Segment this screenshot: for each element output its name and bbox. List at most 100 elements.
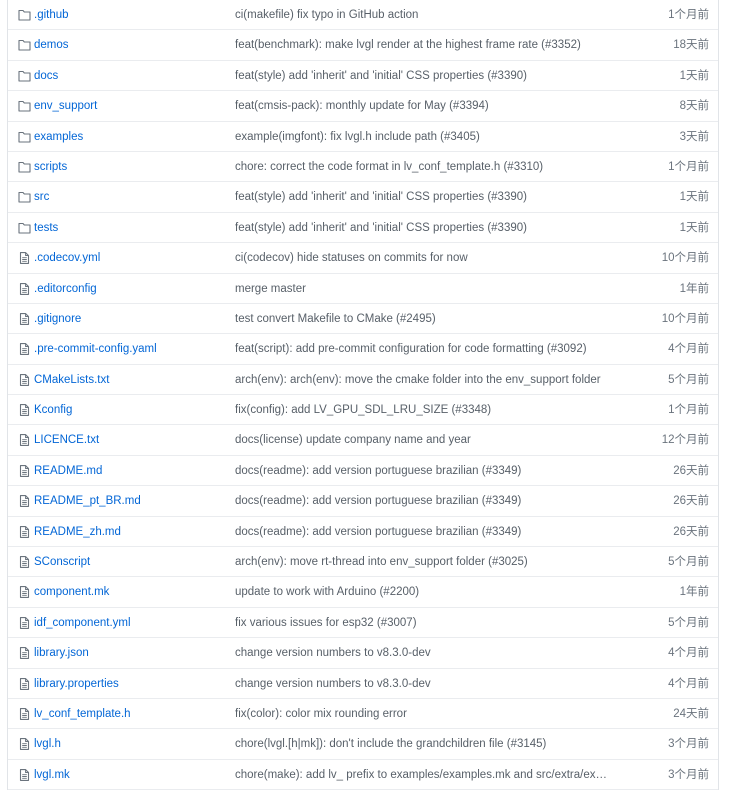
file-row[interactable]: examples example(imgfont): fix lvgl.h inc… xyxy=(8,121,718,152)
commit-message-link[interactable]: docs(readme): add version portuguese bra… xyxy=(235,486,610,516)
file-name-link[interactable]: lv_conf_template.h xyxy=(34,699,131,729)
folder-icon xyxy=(18,161,31,173)
commit-message-link[interactable]: feat(benchmark): make lvgl render at the… xyxy=(235,30,610,60)
file-row[interactable]: .codecov.yml ci(codecov) hide statuses on… xyxy=(8,243,718,274)
file-name-link[interactable]: scripts xyxy=(34,152,67,182)
file-icon xyxy=(18,525,31,538)
file-icon xyxy=(18,343,31,356)
file-row[interactable]: docs feat(style) add 'inherit' and 'initi… xyxy=(8,60,718,92)
file-name-link[interactable]: demos xyxy=(34,30,69,60)
commit-message-link[interactable]: chore: correct the code format in lv_con… xyxy=(235,152,610,182)
file-row[interactable]: scripts chore: correct the code format in… xyxy=(8,151,718,183)
commit-message-link[interactable]: fix(config): add LV_GPU_SDL_LRU_SIZE (#3… xyxy=(235,395,610,425)
file-name-link[interactable]: src xyxy=(34,182,49,212)
file-name-link[interactable]: README.md xyxy=(34,456,102,486)
file-row[interactable]: README.md docs(readme): add version portu… xyxy=(8,455,718,487)
commit-message-link[interactable]: feat(style) add 'inherit' and 'initial' … xyxy=(235,61,610,91)
commit-age: 5个月前 xyxy=(668,373,709,386)
file-row[interactable]: library.json change version numbers to v8… xyxy=(8,638,718,669)
file-row[interactable]: tests feat(style) add 'inherit' and 'init… xyxy=(8,212,718,244)
file-name-link[interactable]: component.mk xyxy=(34,577,109,607)
commit-message-link[interactable]: change version numbers to v8.3.0-dev xyxy=(235,669,610,699)
file-name-link[interactable]: docs xyxy=(34,61,58,91)
file-row[interactable]: component.mk update to work with Arduino … xyxy=(8,577,718,608)
commit-message-link[interactable]: change version numbers to v8.3.0-dev xyxy=(235,638,610,668)
file-row[interactable]: demos feat(benchmark): make lvgl render a… xyxy=(8,30,718,61)
file-name-link[interactable]: README_pt_BR.md xyxy=(34,486,141,516)
commit-message-link[interactable]: feat(script): add pre-commit configurati… xyxy=(235,334,610,364)
file-name-link[interactable]: SConscript xyxy=(34,547,90,577)
file-row[interactable]: README_pt_BR.md docs(readme): add version… xyxy=(8,486,718,517)
file-icon xyxy=(18,495,31,508)
file-list: .github ci(makefile) fix typo in GitHub a… xyxy=(7,0,719,790)
commit-message-link[interactable]: chore(lvgl.[h|mk]): don't include the gr… xyxy=(235,729,610,759)
file-row[interactable]: Kconfig fix(config): add LV_GPU_SDL_LRU_S… xyxy=(8,395,718,426)
file-icon xyxy=(18,738,31,751)
file-name-link[interactable]: .gitignore xyxy=(34,304,81,334)
commit-message-link[interactable]: update to work with Arduino (#2200) xyxy=(235,577,610,607)
commit-message-link[interactable]: docs(readme): add version portuguese bra… xyxy=(235,456,610,486)
commit-age: 1年前 xyxy=(679,282,709,295)
file-icon xyxy=(18,282,31,295)
commit-message-link[interactable]: feat(style) add 'inherit' and 'initial' … xyxy=(235,182,610,212)
file-row[interactable]: env_support feat(cmsis-pack): monthly upd… xyxy=(8,91,718,122)
file-name-link[interactable]: examples xyxy=(34,122,83,152)
file-name-link[interactable]: env_support xyxy=(34,91,97,121)
file-icon xyxy=(18,312,31,325)
file-name-link[interactable]: library.json xyxy=(34,638,89,668)
commit-message-link[interactable]: chore(make): add lv_ prefix to examples/… xyxy=(235,760,610,790)
file-row[interactable]: lvgl.h chore(lvgl.[h|mk]): don't include … xyxy=(8,729,718,760)
file-name-link[interactable]: .codecov.yml xyxy=(34,243,100,273)
file-icon xyxy=(18,616,31,629)
file-name-link[interactable]: .editorconfig xyxy=(34,274,97,304)
file-name-link[interactable]: lvgl.mk xyxy=(34,760,70,790)
commit-message-link[interactable]: arch(env): move rt-thread into env_suppo… xyxy=(235,547,610,577)
file-row[interactable]: CMakeLists.txt arch(env): arch(env): move… xyxy=(8,364,718,396)
commit-message-link[interactable]: docs(readme): add version portuguese bra… xyxy=(235,517,610,547)
file-row[interactable]: SConscript arch(env): move rt-thread into… xyxy=(8,547,718,578)
folder-icon xyxy=(18,222,31,234)
file-row[interactable]: LICENCE.txt docs(license) update company … xyxy=(8,425,718,456)
commit-message-link[interactable]: test convert Makefile to CMake (#2495) xyxy=(235,304,610,334)
commit-age: 1个月前 xyxy=(668,404,709,417)
commit-age: 3天前 xyxy=(679,130,709,143)
file-row[interactable]: lvgl.mk chore(make): add lv_ prefix to ex… xyxy=(8,759,718,790)
commit-message-link[interactable]: docs(license) update company name and ye… xyxy=(235,425,610,455)
commit-message-link[interactable]: feat(cmsis-pack): monthly update for May… xyxy=(235,91,610,121)
file-row[interactable]: .pre-commit-config.yaml feat(script): add… xyxy=(8,334,718,365)
file-icon xyxy=(18,434,31,447)
file-name-link[interactable]: library.properties xyxy=(34,669,119,699)
file-row[interactable]: .github ci(makefile) fix typo in GitHub a… xyxy=(8,0,718,31)
file-row[interactable]: lv_conf_template.h fix(color): color mix … xyxy=(8,698,718,730)
commit-message-link[interactable]: fix various issues for esp32 (#3007) xyxy=(235,608,610,638)
commit-age: 18天前 xyxy=(673,39,709,52)
commit-message-link[interactable]: arch(env): arch(env): move the cmake fol… xyxy=(235,365,610,395)
commit-message-link[interactable]: ci(makefile) fix typo in GitHub action xyxy=(235,0,610,30)
commit-message-link[interactable]: ci(codecov) hide statuses on commits for… xyxy=(235,243,610,273)
commit-message-link[interactable]: fix(color): color mix rounding error xyxy=(235,699,610,729)
file-row[interactable]: .editorconfig merge master 1年前 xyxy=(8,273,718,304)
file-name-link[interactable]: tests xyxy=(34,213,58,243)
file-name-link[interactable]: idf_component.yml xyxy=(34,608,131,638)
commit-age: 4个月前 xyxy=(668,343,709,356)
commit-age: 10个月前 xyxy=(661,312,709,325)
file-row[interactable]: src feat(style) add 'inherit' and 'initia… xyxy=(8,182,718,213)
commit-age: 26天前 xyxy=(673,525,709,538)
file-name-link[interactable]: README_zh.md xyxy=(34,517,121,547)
file-row[interactable]: library.properties change version numbers… xyxy=(8,668,718,699)
file-name-link[interactable]: .pre-commit-config.yaml xyxy=(34,334,157,364)
file-row[interactable]: idf_component.yml fix various issues for … xyxy=(8,607,718,639)
file-name-link[interactable]: lvgl.h xyxy=(34,729,61,759)
commit-message-link[interactable]: feat(style) add 'inherit' and 'initial' … xyxy=(235,213,610,243)
file-icon xyxy=(18,404,31,417)
commit-message-link[interactable]: example(imgfont): fix lvgl.h include pat… xyxy=(235,122,610,152)
file-row[interactable]: README_zh.md docs(readme): add version po… xyxy=(8,516,718,548)
commit-message-link[interactable]: merge master xyxy=(235,274,610,304)
commit-age: 12个月前 xyxy=(661,434,709,447)
file-row[interactable]: .gitignore test convert Makefile to CMake… xyxy=(8,303,718,335)
file-name-link[interactable]: .github xyxy=(34,0,69,30)
file-name-link[interactable]: CMakeLists.txt xyxy=(34,365,109,395)
folder-icon xyxy=(18,191,31,203)
file-name-link[interactable]: Kconfig xyxy=(34,395,72,425)
file-name-link[interactable]: LICENCE.txt xyxy=(34,425,99,455)
